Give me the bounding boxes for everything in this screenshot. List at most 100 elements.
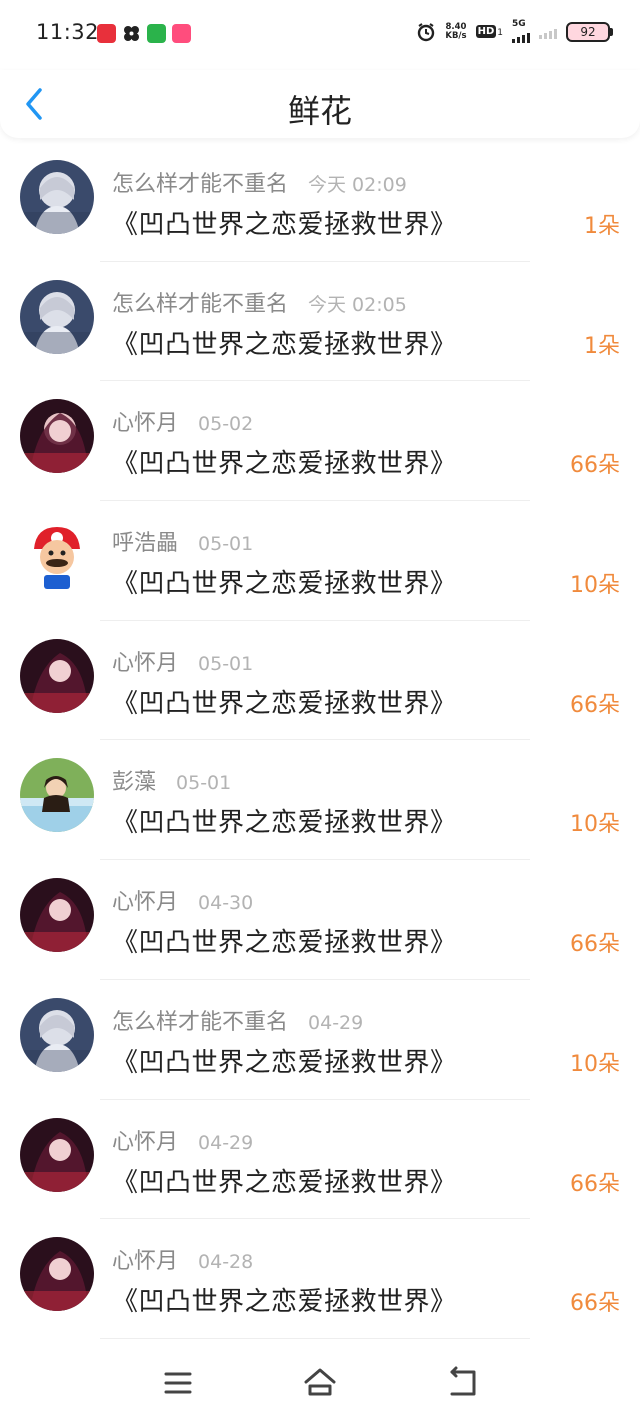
avatar[interactable] (20, 638, 94, 713)
sender-name: 怎么样才能不重名 (112, 291, 289, 317)
avatar[interactable] (20, 758, 94, 833)
sender-name: 彭藻 (112, 770, 157, 796)
menu-button[interactable] (158, 1362, 198, 1402)
system-nav-bar (0, 1340, 640, 1422)
list-item[interactable]: 心怀月 04-29 《凹凸世界之恋爱拯救世界》 66朵 (0, 1100, 640, 1220)
status-bar: 11:32 8.40 KB/s HD 1 5G 92 (0, 0, 640, 70)
sender-name: 怎么样才能不重名 (112, 1009, 289, 1035)
avatar[interactable] (20, 519, 94, 594)
book-title: 《凹凸世界之恋爱拯救世界》 (112, 808, 457, 839)
avatar-white-hair-image (20, 160, 94, 234)
flower-count: 66朵 (570, 1291, 620, 1317)
avatar[interactable] (20, 160, 94, 234)
row-meta: 呼浩畾 05-01 (112, 525, 253, 557)
app-icon-red (97, 24, 116, 43)
flower-count: 10朵 (570, 812, 620, 838)
list-item[interactable]: 呼浩畾 05-01 《凹凸世界之恋爱拯救世界》 10朵 (0, 501, 640, 621)
flower-count: 66朵 (570, 932, 620, 958)
sender-name: 心怀月 (112, 650, 179, 676)
send-time: 04-30 (198, 892, 254, 915)
battery-icon: 92 (566, 21, 613, 42)
hd-indicator: HD 1 (475, 25, 503, 38)
avatar[interactable] (20, 878, 94, 953)
signal-bars-icon (512, 29, 530, 43)
return-icon (450, 1366, 476, 1396)
sender-name: 怎么样才能不重名 (112, 172, 289, 197)
avatar-dark-red-image (20, 1117, 94, 1192)
book-title: 《凹凸世界之恋爱拯救世界》 (112, 329, 457, 360)
home-icon (304, 1368, 336, 1396)
cellular-signal: 5G (512, 20, 530, 43)
list-item[interactable]: 心怀月 05-01 《凹凸世界之恋爱拯救世界》 66朵 (0, 621, 640, 741)
list-item[interactable]: 彭藻 05-01 《凹凸世界之恋爱拯救世界》 10朵 (0, 740, 640, 861)
send-time: 04-29 (198, 1131, 254, 1154)
app-icon-video (147, 24, 166, 43)
avatar-white-hair-image (20, 997, 94, 1072)
book-title: 《凹凸世界之恋爱拯救世界》 (112, 928, 457, 959)
flower-count: 66朵 (570, 1171, 620, 1197)
book-title: 《凹凸世界之恋爱拯救世界》 (112, 210, 457, 240)
net-speed-unit: KB/s (445, 30, 467, 41)
hd-badge: HD (475, 25, 497, 38)
list-item[interactable]: 怎么样才能不重名 04-29 《凹凸世界之恋爱拯救世界》 10朵 (0, 980, 640, 1100)
row-meta: 怎么样才能不重名 今天 02:09 (112, 166, 407, 198)
page-header: 鲜花 (0, 70, 640, 138)
row-meta: 怎么样才能不重名 今天 02:05 (112, 286, 407, 318)
book-title: 《凹凸世界之恋爱拯救世界》 (112, 569, 457, 600)
send-time: 05-02 (198, 413, 254, 436)
app-icon-pinwheel (122, 24, 141, 43)
network-type-label: 5G (512, 19, 526, 29)
flower-record-list: 怎么样才能不重名 今天 02:09 《凹凸世界之恋爱拯救世界》 1朵 怎么样才能… (0, 142, 640, 1339)
flower-count: 10朵 (570, 573, 620, 599)
hd-sub: 1 (497, 28, 503, 38)
list-item[interactable]: 怎么样才能不重名 今天 02:05 《凹凸世界之恋爱拯救世界》 1朵 (0, 262, 640, 382)
sender-name: 心怀月 (112, 1129, 179, 1155)
row-meta: 心怀月 05-01 (112, 645, 253, 677)
avatar[interactable] (20, 399, 94, 474)
flower-count: 10朵 (570, 1051, 620, 1077)
avatar-white-hair-image (20, 279, 94, 354)
avatar[interactable] (20, 1117, 94, 1192)
list-item[interactable]: 心怀月 05-02 《凹凸世界之恋爱拯救世界》 66朵 (0, 381, 640, 502)
avatar-dark-red-image (20, 1237, 94, 1312)
book-title: 《凹凸世界之恋爱拯救世界》 (112, 688, 457, 719)
row-meta: 心怀月 05-02 (112, 405, 253, 437)
book-title: 《凹凸世界之恋爱拯救世界》 (112, 1047, 457, 1078)
flower-count: 66朵 (570, 692, 620, 718)
row-meta: 心怀月 04-28 (112, 1243, 253, 1275)
network-speed: 8.40 KB/s (445, 22, 467, 41)
row-meta: 心怀月 04-30 (112, 884, 253, 916)
send-time: 今天 02:05 (308, 293, 407, 316)
avatar[interactable] (20, 279, 94, 354)
divider (100, 1337, 530, 1339)
book-title: 《凹凸世界之恋爱拯救世界》 (112, 1287, 457, 1318)
home-button[interactable] (300, 1362, 340, 1402)
book-title: 《凹凸世界之恋爱拯救世界》 (112, 1167, 457, 1198)
avatar-mario-image (20, 519, 94, 594)
menu-icon (164, 1372, 192, 1394)
avatar[interactable] (20, 997, 94, 1072)
flower-count: 1朵 (584, 333, 620, 359)
sender-name: 心怀月 (112, 890, 179, 916)
row-meta: 怎么样才能不重名 04-29 (112, 1004, 363, 1036)
flower-count: 66朵 (570, 453, 620, 479)
avatar[interactable] (20, 1237, 94, 1312)
list-item[interactable]: 怎么样才能不重名 今天 02:09 《凹凸世界之恋爱拯救世界》 1朵 (0, 142, 640, 262)
status-right: 8.40 KB/s HD 1 5G 92 (416, 20, 613, 43)
book-title: 《凹凸世界之恋爱拯救世界》 (112, 449, 457, 480)
avatar-dark-red-image (20, 638, 94, 713)
sender-name: 心怀月 (112, 411, 179, 437)
avatar-girl-grass-image (20, 758, 94, 833)
alarm-icon (418, 22, 435, 41)
avatar-dark-red-image (20, 878, 94, 953)
signal-bars-secondary-icon (539, 25, 557, 39)
list-item[interactable]: 心怀月 04-28 《凹凸世界之恋爱拯救世界》 66朵 (0, 1219, 640, 1339)
send-time: 今天 02:09 (308, 174, 407, 196)
send-time: 05-01 (198, 652, 254, 675)
battery-level: 92 (580, 24, 596, 39)
return-button[interactable] (442, 1362, 482, 1402)
list-item[interactable]: 心怀月 04-30 《凹凸世界之恋爱拯救世界》 66朵 (0, 860, 640, 980)
send-time: 04-28 (198, 1251, 254, 1274)
row-meta: 彭藻 05-01 (112, 764, 231, 796)
send-time: 05-01 (176, 772, 232, 795)
